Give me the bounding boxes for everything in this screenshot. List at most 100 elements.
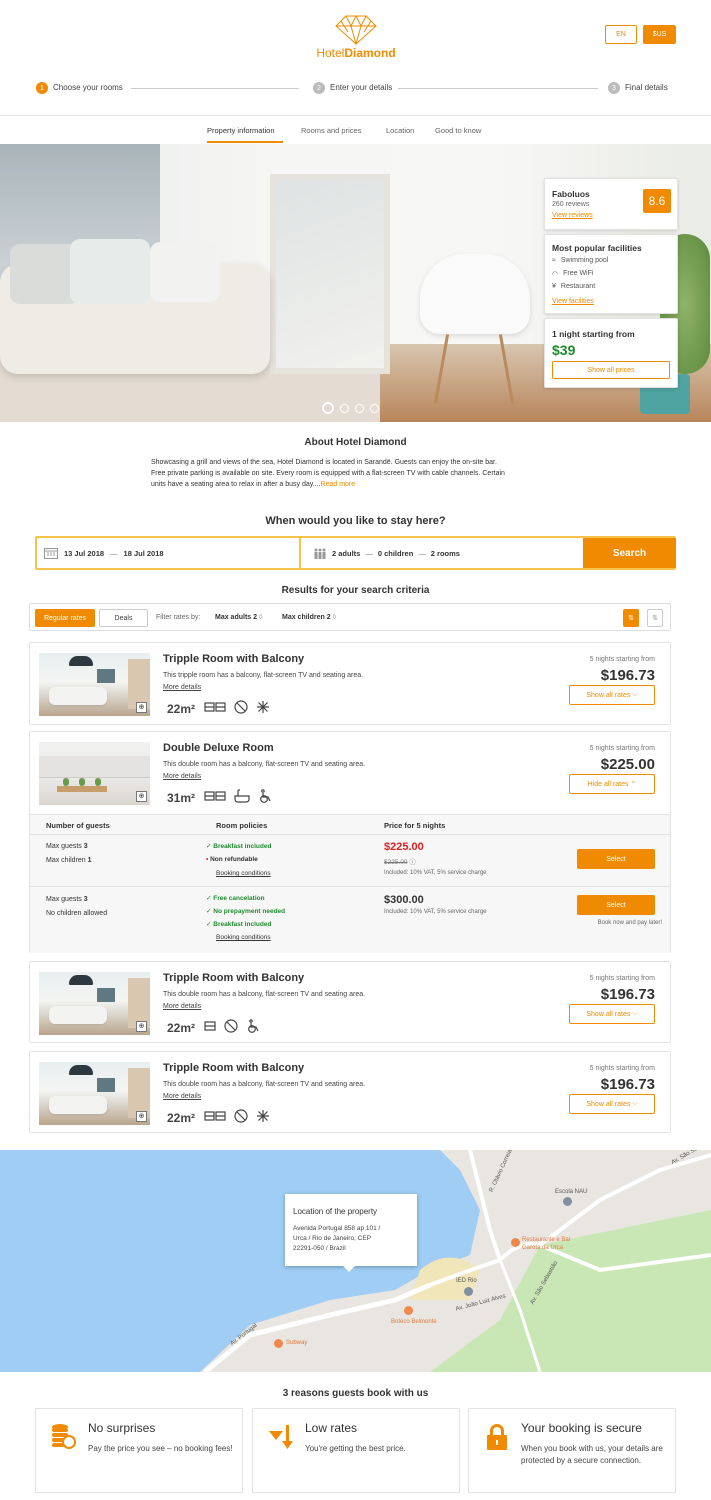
carousel-dot-1[interactable] <box>322 402 334 414</box>
select-rate-button[interactable]: Select <box>577 849 655 869</box>
show-all-rates-button[interactable]: Show all rates ⌵ <box>569 1004 655 1024</box>
no-smoking-icon <box>234 1109 248 1123</box>
swimming-icon: ≈ <box>552 257 556 264</box>
show-all-rates-button[interactable]: Show all rates ⌵ <box>569 685 655 705</box>
info-icon[interactable]: ⓘ <box>409 859 416 866</box>
booking-conditions-link[interactable]: Booking conditions <box>216 870 271 877</box>
map-label-school: Escola NAU <box>555 1189 588 1195</box>
rating-label: Faboluos <box>552 189 590 199</box>
sort-asc-button[interactable]: ⇅ <box>647 609 663 627</box>
policy-free-cancel: ✓ Free cancelation <box>206 895 265 902</box>
rate-price: $225.00 <box>384 841 424 853</box>
about-title: About Hotel Diamond <box>304 437 407 448</box>
booking-conditions-link[interactable]: Booking conditions <box>216 934 271 941</box>
currency-button[interactable]: $US <box>643 25 676 44</box>
map-label-restaurant-2: Garota da Urca <box>522 1245 564 1251</box>
show-all-prices-button[interactable]: Show all prices <box>552 361 670 379</box>
hotel-logo[interactable]: HotelDiamond <box>310 12 402 62</box>
reason-card: Your booking is secure When you book wit… <box>468 1408 676 1493</box>
room-description: This tripple room has a balcony, flat-sc… <box>163 672 364 679</box>
zoom-icon[interactable]: ⊕ <box>136 1111 147 1122</box>
carousel-dot-4[interactable] <box>370 403 379 413</box>
room-price: $225.00 <box>600 756 655 773</box>
room-title[interactable]: Tripple Room with Balcony <box>163 1062 304 1074</box>
room-card: ⊕ Tripple Room with Balcony This double … <box>29 961 671 1043</box>
view-reviews-link[interactable]: View reviews <box>552 212 593 219</box>
zoom-icon[interactable]: ⊕ <box>136 1021 147 1032</box>
ied-pin-icon[interactable] <box>464 1287 473 1296</box>
room-thumbnail[interactable]: ⊕ <box>39 972 150 1035</box>
tab-rooms-and-prices[interactable]: Rooms and prices <box>301 126 361 135</box>
more-details-link[interactable]: More details <box>163 684 201 691</box>
snowflake-icon <box>257 701 269 713</box>
sort-desc-button[interactable]: ⇅ <box>623 609 639 627</box>
more-details-link[interactable]: More details <box>163 1093 201 1100</box>
search-button[interactable]: Search <box>583 538 676 568</box>
tab-location[interactable]: Location <box>386 126 414 135</box>
facilities-card: Most popular facilities ≈ Swimming pool ◠… <box>544 234 678 314</box>
more-details-link[interactable]: More details <box>163 773 201 780</box>
location-map[interactable]: Location of the property Avenida Portuga… <box>0 1150 711 1372</box>
restaurant-pin-icon[interactable] <box>511 1238 520 1247</box>
hide-all-rates-button[interactable]: Hide all rates ⌃ <box>569 774 655 794</box>
single-bed-icon <box>204 1021 216 1031</box>
carousel-dot-2[interactable] <box>340 403 349 413</box>
map-label-ied: IED Rio <box>456 1278 477 1284</box>
language-button[interactable]: EN <box>605 25 637 44</box>
people-icon <box>314 548 326 559</box>
date-range-field[interactable]: 13 Jul 2018—18 Jul 2018 <box>37 538 301 568</box>
room-size: 22m² <box>167 1111 196 1125</box>
more-details-link[interactable]: More details <box>163 1003 201 1010</box>
school-pin-icon[interactable] <box>563 1197 572 1206</box>
room-title[interactable]: Double Deluxe Room <box>163 742 274 754</box>
room-amenities <box>204 1109 270 1123</box>
pay-later-note: Book now and pay later! <box>597 920 662 926</box>
zoom-icon[interactable]: ⊕ <box>136 702 147 713</box>
about-text: Showcasing a grill and views of the sea,… <box>151 459 505 488</box>
map-label-subway: Subway <box>286 1340 308 1346</box>
room-size: 22m² <box>167 702 196 716</box>
children-policy: No children allowed <box>46 910 108 917</box>
deals-tab[interactable]: Deals <box>99 609 148 627</box>
room-thumbnail[interactable]: ⊕ <box>39 1062 150 1125</box>
carousel-dot-3[interactable] <box>355 403 364 413</box>
view-facilities-link[interactable]: View facilities <box>552 298 594 305</box>
room-title[interactable]: Tripple Room with Balcony <box>163 653 304 665</box>
show-all-rates-button[interactable]: Show all rates ⌵ <box>569 1094 655 1114</box>
rate-tax: Included: 10% VAT, 5% service charge <box>384 870 487 876</box>
rate-tax: Included: 10% VAT, 5% service charge <box>384 909 487 915</box>
chevron-down-icon: ⌵ <box>632 691 638 698</box>
rates-table: Number of guests Room policies Price for… <box>30 814 670 953</box>
room-thumbnail[interactable]: ⊕ <box>39 742 150 805</box>
read-more-link[interactable]: Read more <box>321 481 356 488</box>
map-label-boteco: Boteco Belmonte <box>391 1319 437 1325</box>
step-2-label[interactable]: Enter your details <box>330 83 392 92</box>
filter-adults-select[interactable]: Max adults 2 ◊ <box>215 614 262 621</box>
filter-children-select[interactable]: Max children 2 ◊ <box>282 614 336 621</box>
step-3-label[interactable]: Final details <box>625 83 668 92</box>
guests-field[interactable]: 2 adults —0 children —2 rooms <box>303 538 581 568</box>
price-from-label: 5 nights starting from <box>589 745 655 752</box>
logo-text-light: Hotel <box>316 46 345 60</box>
step-line-2 <box>398 88 598 89</box>
step-1-label[interactable]: Choose your rooms <box>53 83 123 92</box>
room-title[interactable]: Tripple Room with Balcony <box>163 972 304 984</box>
rates-header-policies: Room policies <box>216 821 268 830</box>
zoom-icon[interactable]: ⊕ <box>136 791 147 802</box>
regular-rates-tab[interactable]: Regular rates <box>35 609 95 627</box>
room-amenities <box>204 700 270 714</box>
bar-pin-icon[interactable] <box>404 1306 413 1315</box>
tab-property-information[interactable]: Property information <box>207 126 275 135</box>
low-rates-icon <box>269 1425 293 1449</box>
max-guests: Max guests 3 <box>46 843 88 850</box>
rating-card: Faboluos 260 reviews View reviews 8.6 <box>544 178 678 230</box>
double-bed-icon <box>204 1111 226 1121</box>
select-rate-button[interactable]: Select <box>577 895 655 915</box>
sort-arrows-icon: ⇅ <box>628 615 634 622</box>
tab-good-to-know[interactable]: Good to know <box>435 126 481 135</box>
wifi-icon: ◠ <box>552 271 559 278</box>
room-thumbnail[interactable]: ⊕ <box>39 653 150 716</box>
rate-row: Max guests 3 No children allowed ✓ Free … <box>30 888 670 952</box>
reason-text: You're getting the best price. <box>305 1444 406 1453</box>
subway-pin-icon[interactable] <box>274 1339 283 1348</box>
